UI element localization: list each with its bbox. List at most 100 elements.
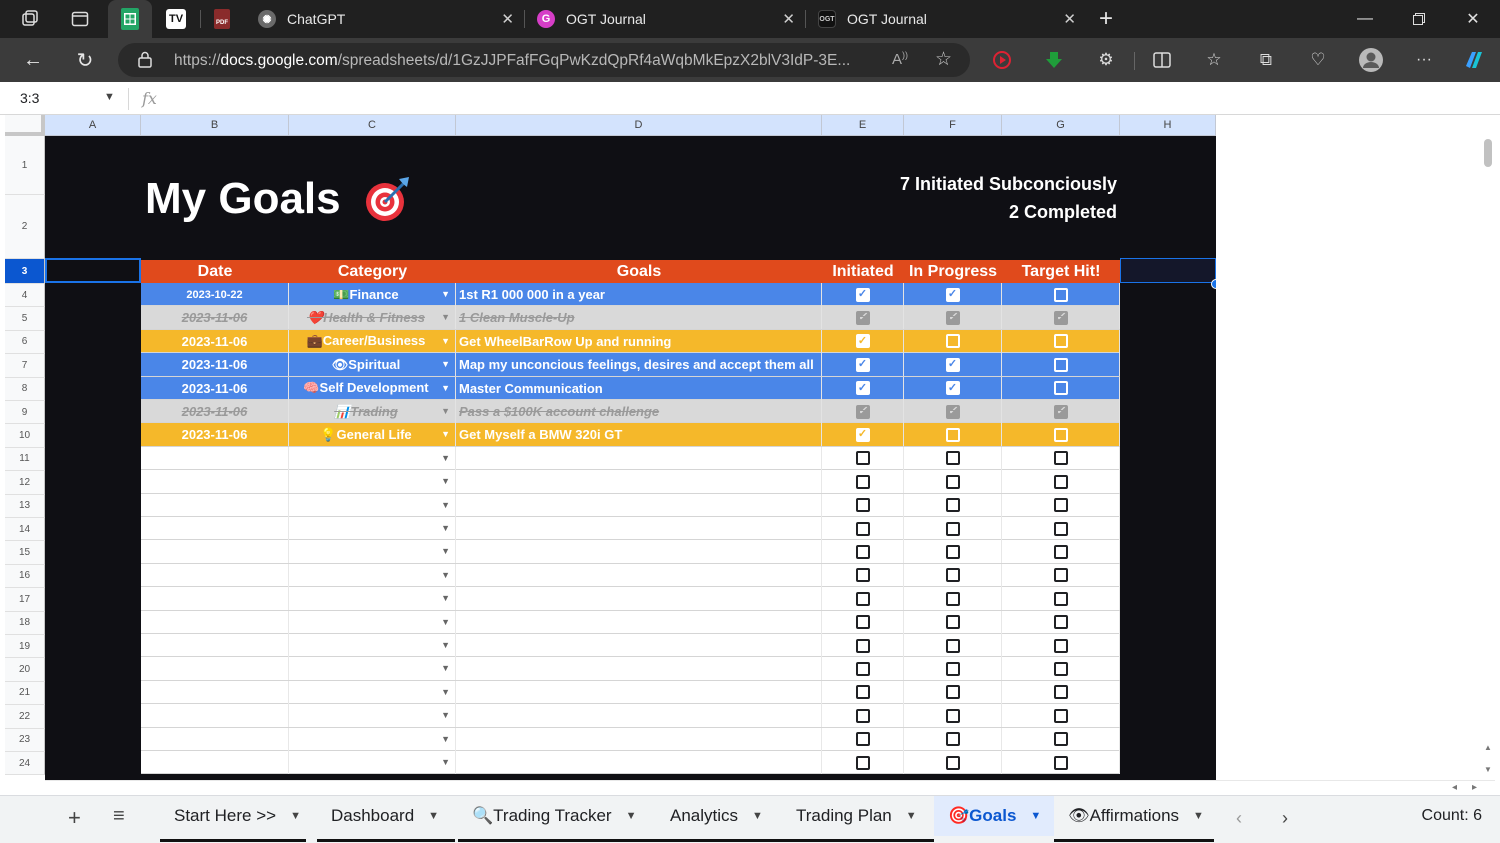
category-cell[interactable]: ▼: [289, 680, 456, 704]
date-cell[interactable]: [141, 751, 289, 774]
pinned-tab-pdf[interactable]: PDF: [200, 0, 244, 38]
workspaces-icon[interactable]: [12, 4, 48, 34]
checkbox-unchecked[interactable]: [1053, 521, 1068, 536]
favorite-star-icon[interactable]: ☆: [935, 48, 952, 71]
category-dropdown-icon[interactable]: ▼: [441, 523, 450, 533]
initiated-cell[interactable]: ✓: [822, 306, 904, 330]
checkbox-unchecked[interactable]: [945, 568, 960, 583]
pinned-tab-tradingview[interactable]: TV: [154, 0, 198, 38]
spreadsheet-grid[interactable]: A B C D E F G H 1 2 3 4 5 6 7 8 9 10 11 12 13 14 15 16 1…: [0, 115, 1500, 795]
in-progress-cell[interactable]: [904, 587, 1002, 611]
checkbox-checked[interactable]: ✓: [855, 381, 870, 396]
date-cell[interactable]: [141, 470, 289, 494]
checkbox-unchecked[interactable]: [945, 732, 960, 747]
category-cell[interactable]: 🧠Self Development ▼: [289, 376, 456, 400]
sheet-tab-trading-tracker[interactable]: 🔍Trading Tracker ▼: [458, 796, 656, 842]
checkbox-unchecked[interactable]: [1053, 498, 1068, 513]
initiated-cell[interactable]: [822, 470, 904, 494]
checkbox-unchecked[interactable]: [1053, 427, 1068, 442]
category-cell[interactable]: 💼Career/Business ▼: [289, 329, 456, 353]
date-cell[interactable]: [141, 587, 289, 611]
goal-cell[interactable]: [456, 751, 822, 774]
date-cell[interactable]: [141, 657, 289, 681]
row-header-18[interactable]: 18: [5, 611, 45, 635]
more-options-icon[interactable]: ···: [1410, 47, 1438, 73]
in-progress-cell[interactable]: [904, 493, 1002, 517]
close-tab-icon[interactable]: ✕: [501, 10, 514, 28]
category-cell[interactable]: 👁Spiritual ▼: [289, 353, 456, 377]
target-hit-cell[interactable]: [1002, 657, 1120, 681]
category-dropdown-icon[interactable]: ▼: [441, 734, 450, 744]
checkbox-unchecked[interactable]: [855, 521, 870, 536]
checkbox-unchecked[interactable]: [855, 615, 870, 630]
checkbox-unchecked[interactable]: [855, 498, 870, 513]
checkbox-unchecked[interactable]: [1053, 474, 1068, 489]
date-cell[interactable]: 2023-11-06: [141, 376, 289, 400]
initiated-cell[interactable]: [822, 540, 904, 564]
initiated-cell[interactable]: [822, 727, 904, 751]
new-tab-icon[interactable]: +: [1088, 4, 1124, 34]
row-header-6[interactable]: 6: [5, 330, 45, 355]
column-header-c[interactable]: C: [289, 115, 456, 136]
goal-cell[interactable]: [456, 470, 822, 494]
target-hit-cell[interactable]: [1002, 680, 1120, 704]
scroll-right-icon[interactable]: ▸: [1472, 782, 1477, 793]
initiated-cell[interactable]: [822, 680, 904, 704]
row-header-3[interactable]: 3: [5, 259, 45, 284]
date-cell[interactable]: 2023-11-06: [141, 329, 289, 353]
header-date[interactable]: Date: [141, 260, 289, 283]
target-hit-cell[interactable]: ✓: [1002, 400, 1120, 423]
goal-cell[interactable]: [456, 657, 822, 681]
date-cell[interactable]: [141, 680, 289, 704]
in-progress-cell[interactable]: [904, 657, 1002, 681]
initiated-cell[interactable]: ✓: [822, 423, 904, 447]
in-progress-cell[interactable]: [904, 610, 1002, 634]
checkbox-unchecked[interactable]: [945, 474, 960, 489]
in-progress-cell[interactable]: [904, 634, 1002, 657]
checkbox-unchecked[interactable]: [855, 568, 870, 583]
checkbox-unchecked[interactable]: [1053, 591, 1068, 606]
checkbox-checked[interactable]: ✓: [1053, 310, 1068, 325]
favorites-icon[interactable]: ☆: [1200, 47, 1228, 73]
in-progress-cell[interactable]: ✓: [904, 306, 1002, 330]
column-header-a[interactable]: A: [45, 115, 141, 136]
header-initiated[interactable]: Initiated: [822, 260, 904, 283]
sheet-tab-menu-icon[interactable]: ▼: [290, 810, 301, 822]
initiated-cell[interactable]: [822, 610, 904, 634]
date-cell[interactable]: [141, 517, 289, 540]
row-header-9[interactable]: 9: [5, 401, 45, 425]
category-cell[interactable]: ▼: [289, 610, 456, 634]
checkbox-unchecked[interactable]: [945, 451, 960, 466]
tab-ogt-journal-1[interactable]: G OGT Journal ✕: [527, 0, 805, 38]
category-cell[interactable]: ▼: [289, 727, 456, 751]
initiated-cell[interactable]: [822, 446, 904, 470]
category-cell[interactable]: ▼: [289, 704, 456, 728]
column-header-f[interactable]: F: [904, 115, 1002, 136]
back-icon[interactable]: ←: [16, 44, 50, 76]
pinned-tab-sheets[interactable]: [108, 0, 152, 38]
date-cell[interactable]: 2023-11-06: [141, 353, 289, 377]
checkbox-unchecked[interactable]: [1053, 287, 1068, 302]
checkbox-checked[interactable]: ✓: [855, 287, 870, 302]
category-dropdown-icon[interactable]: ▼: [441, 617, 450, 627]
header-category[interactable]: Category: [289, 260, 456, 283]
in-progress-cell[interactable]: [904, 680, 1002, 704]
tab-chatgpt[interactable]: ✺ ChatGPT ✕: [248, 0, 524, 38]
target-hit-cell[interactable]: [1002, 751, 1120, 774]
sheet-tab-menu-icon[interactable]: ▼: [1030, 810, 1041, 822]
row-header-24[interactable]: 24: [5, 752, 45, 776]
category-cell[interactable]: ▼: [289, 634, 456, 657]
checkbox-unchecked[interactable]: [945, 521, 960, 536]
record-extension-icon[interactable]: [988, 47, 1016, 73]
goal-cell[interactable]: [456, 727, 822, 751]
row-header-11[interactable]: 11: [5, 447, 45, 472]
checkbox-checked[interactable]: ✓: [945, 404, 960, 419]
address-bar[interactable]: https://docs.google.com/spreadsheets/d/1…: [118, 43, 970, 77]
category-dropdown-icon[interactable]: ▼: [441, 570, 450, 580]
initiated-cell[interactable]: [822, 563, 904, 587]
initiated-cell[interactable]: ✓: [822, 329, 904, 353]
date-cell[interactable]: [141, 704, 289, 728]
row-header-5[interactable]: 5: [5, 307, 45, 331]
row-header-8[interactable]: 8: [5, 377, 45, 401]
refresh-icon[interactable]: ↻: [68, 44, 102, 76]
